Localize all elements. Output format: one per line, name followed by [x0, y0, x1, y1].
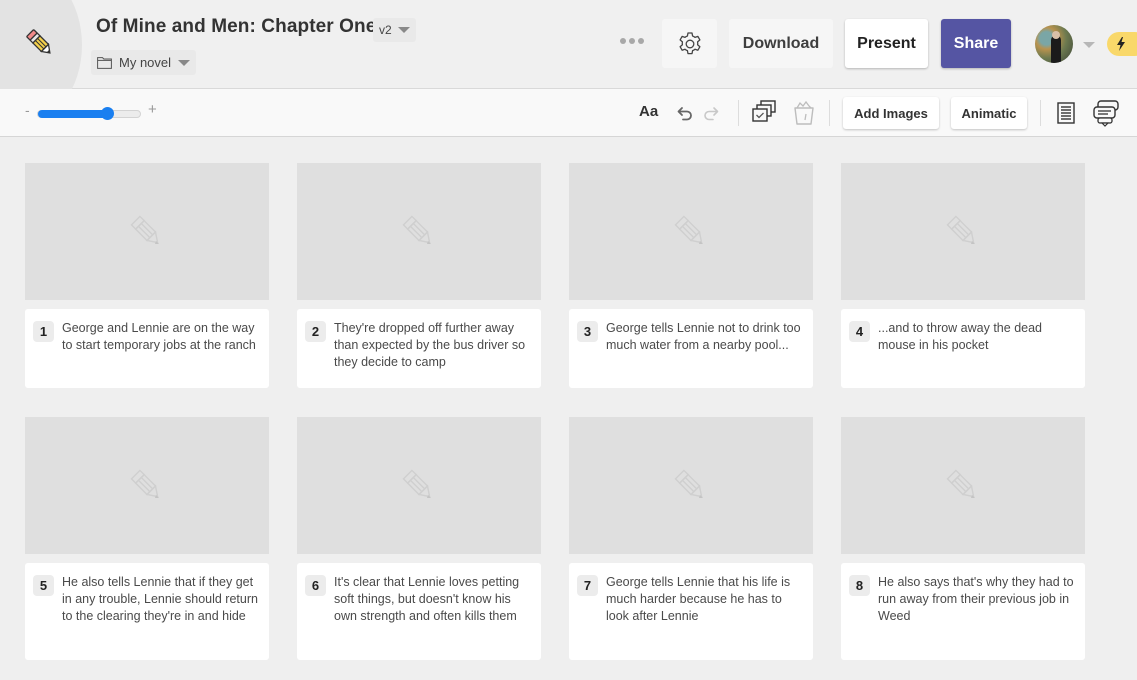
frame-number: 5: [33, 575, 54, 596]
redo-icon[interactable]: [702, 103, 720, 123]
frame-image-placeholder[interactable]: [25, 417, 269, 554]
frame-caption[interactable]: 7 George tells Lennie that his life is m…: [569, 563, 813, 660]
frame-image-placeholder[interactable]: [569, 163, 813, 300]
settings-button[interactable]: [662, 19, 717, 68]
comments-icon[interactable]: [1091, 99, 1121, 127]
chevron-down-icon: [178, 59, 191, 66]
toolbar-divider: [1040, 100, 1041, 126]
folder-dropdown[interactable]: My novel: [91, 50, 197, 75]
user-avatar[interactable]: [1035, 25, 1073, 63]
storyboard-frame: 2 They're dropped off further away than …: [297, 163, 541, 388]
pencil-placeholder-icon: [402, 214, 431, 244]
pencil-placeholder-icon: [402, 468, 431, 498]
frame-image-placeholder[interactable]: [297, 163, 541, 300]
frame-caption[interactable]: 4 ...and to throw away the dead mouse in…: [841, 309, 1085, 388]
account-menu-chevron-icon[interactable]: [1083, 42, 1095, 48]
storyboard-frame: 5 He also tells Lennie that if they get …: [25, 417, 269, 660]
zoom-slider[interactable]: [37, 107, 141, 120]
toolbar-divider: [738, 100, 739, 126]
storyboard-frame: 8 He also says that's why they had to ru…: [841, 417, 1085, 660]
storyboard-frame: 4 ...and to throw away the dead mouse in…: [841, 163, 1085, 388]
frame-number: 7: [577, 575, 598, 596]
frame-number: 6: [305, 575, 326, 596]
upgrade-badge[interactable]: [1107, 32, 1137, 56]
frame-image-placeholder[interactable]: [569, 417, 813, 554]
frame-description[interactable]: It's clear that Lennie loves petting sof…: [334, 574, 531, 625]
storyboard-frame: 3 George tells Lennie not to drink too m…: [569, 163, 813, 388]
frame-description[interactable]: ...and to throw away the dead mouse in h…: [878, 320, 1075, 354]
undo-icon[interactable]: [676, 103, 694, 123]
text-style-button[interactable]: Aa: [639, 103, 658, 120]
frame-caption[interactable]: 6 It's clear that Lennie loves petting s…: [297, 563, 541, 660]
gear-icon: [678, 31, 701, 54]
storyboard-toolbar: - + Aa Add Images Animatic: [0, 89, 1137, 137]
frame-description[interactable]: George and Lennie are on the way to star…: [62, 320, 259, 354]
frame-number: 1: [33, 321, 54, 342]
pencil-placeholder-icon: [674, 468, 703, 498]
present-button[interactable]: Present: [845, 19, 928, 68]
frame-number: 4: [849, 321, 870, 342]
toolbar-divider: [829, 100, 830, 126]
version-label: v2: [379, 23, 392, 37]
version-dropdown[interactable]: v2: [373, 18, 416, 42]
frame-image-placeholder[interactable]: [25, 163, 269, 300]
frame-description[interactable]: George tells Lennie not to drink too muc…: [606, 320, 803, 354]
add-images-button[interactable]: Add Images: [843, 97, 939, 129]
app-header: Of Mine and Men: Chapter One v2 My novel…: [0, 0, 1137, 125]
chevron-down-icon: [397, 27, 410, 33]
storyboard-title[interactable]: Of Mine and Men: Chapter One: [96, 16, 376, 38]
pencil-placeholder-icon: [946, 214, 975, 244]
frame-caption[interactable]: 1 George and Lennie are on the way to st…: [25, 309, 269, 388]
frame-caption[interactable]: 8 He also says that's why they had to ru…: [841, 563, 1085, 660]
pencil-logo-icon[interactable]: [24, 27, 56, 59]
more-options-icon[interactable]: [620, 38, 644, 44]
trash-icon[interactable]: [791, 99, 817, 127]
frame-description[interactable]: He also tells Lennie that if they get in…: [62, 574, 259, 625]
pencil-placeholder-icon: [130, 214, 159, 244]
zoom-out-button[interactable]: -: [25, 102, 30, 118]
storyboard-frame: 1 George and Lennie are on the way to st…: [25, 163, 269, 388]
script-view-icon[interactable]: [1056, 101, 1076, 125]
zoom-slider-handle[interactable]: [101, 107, 115, 120]
frame-number: 3: [577, 321, 598, 342]
zoom-in-button[interactable]: +: [148, 101, 157, 118]
download-button[interactable]: Download: [729, 19, 833, 68]
frame-description[interactable]: They're dropped off further away than ex…: [334, 320, 531, 371]
storyboard-frame: 6 It's clear that Lennie loves petting s…: [297, 417, 541, 660]
frame-caption[interactable]: 5 He also tells Lennie that if they get …: [25, 563, 269, 660]
frame-number: 8: [849, 575, 870, 596]
folder-label: My novel: [119, 55, 172, 70]
frame-description[interactable]: George tells Lennie that his life is muc…: [606, 574, 803, 625]
share-button[interactable]: Share: [941, 19, 1011, 68]
frame-description[interactable]: He also says that's why they had to run …: [878, 574, 1075, 625]
select-frames-icon[interactable]: [750, 99, 778, 127]
lightning-bolt-icon: [1117, 37, 1125, 51]
pencil-placeholder-icon: [130, 468, 159, 498]
frame-caption[interactable]: 3 George tells Lennie not to drink too m…: [569, 309, 813, 388]
frame-image-placeholder[interactable]: [841, 163, 1085, 300]
frame-number: 2: [305, 321, 326, 342]
animatic-button[interactable]: Animatic: [951, 97, 1027, 129]
zoom-slider-fill: [38, 110, 108, 118]
pencil-placeholder-icon: [674, 214, 703, 244]
frame-image-placeholder[interactable]: [841, 417, 1085, 554]
storyboard-frame: 7 George tells Lennie that his life is m…: [569, 417, 813, 660]
folder-icon: [97, 56, 112, 69]
frame-image-placeholder[interactable]: [297, 417, 541, 554]
frame-caption[interactable]: 2 They're dropped off further away than …: [297, 309, 541, 388]
pencil-placeholder-icon: [946, 468, 975, 498]
